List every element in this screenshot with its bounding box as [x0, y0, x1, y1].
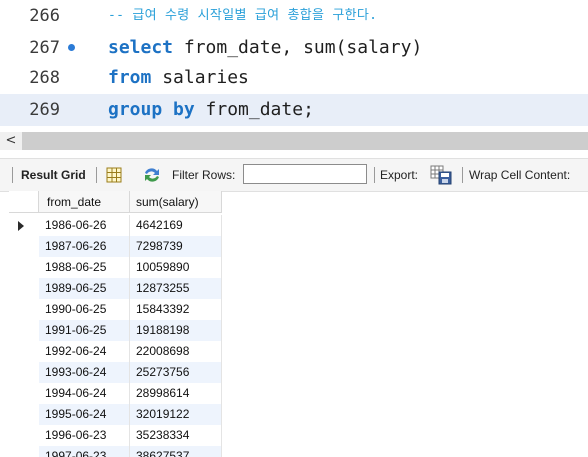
toolbar-separator [96, 167, 97, 183]
sql-keyword: from [108, 67, 152, 88]
sql-comment: -- 급여 수령 시작일별 급여 총합을 구한다. [108, 8, 378, 23]
cell-from-date[interactable]: 1993-06-24 [39, 362, 130, 383]
table-row[interactable]: 1986-06-26 4642169 [9, 215, 222, 236]
sql-keyword: select [108, 37, 174, 58]
table-row[interactable]: 1988-06-25 10059890 [9, 257, 222, 278]
row-marker-header [9, 191, 39, 213]
column-header-from-date[interactable]: from_date [39, 191, 130, 213]
cell-sum-salary[interactable]: 19188198 [130, 320, 222, 341]
row-marker [9, 404, 39, 425]
line-number: 268 [29, 68, 60, 88]
scroll-left-icon[interactable]: < [0, 132, 22, 150]
cell-from-date[interactable]: 1987-06-26 [39, 236, 130, 257]
line-number: 267 [29, 38, 60, 58]
table-row[interactable]: 1990-06-25 15843392 [9, 299, 222, 320]
filter-rows-label: Filter Rows: [172, 168, 236, 182]
row-marker [9, 215, 39, 236]
table-row[interactable]: 1989-06-25 12873255 [9, 278, 222, 299]
cell-sum-salary[interactable]: 32019122 [130, 404, 222, 425]
cell-from-date[interactable]: 1986-06-26 [39, 215, 130, 236]
row-marker [9, 425, 39, 446]
toolbar-separator [374, 167, 375, 183]
cell-sum-salary[interactable]: 7298739 [130, 236, 222, 257]
table-row[interactable]: 1997-06-23 38627537 [9, 446, 222, 457]
table-row[interactable]: 1991-06-25 19188198 [9, 320, 222, 341]
row-marker [9, 299, 39, 320]
cell-sum-salary[interactable]: 4642169 [130, 215, 222, 236]
result-grid-tab[interactable]: Result Grid [21, 159, 86, 191]
cell-from-date[interactable]: 1996-06-23 [39, 425, 130, 446]
row-marker [9, 236, 39, 257]
sql-text: from_date, sum(salary) [173, 37, 423, 58]
cell-from-date[interactable]: 1988-06-25 [39, 257, 130, 278]
line-number: 269 [29, 100, 60, 120]
cell-from-date[interactable]: 1991-06-25 [39, 320, 130, 341]
line-number: 266 [29, 6, 60, 26]
cell-from-date[interactable]: 1989-06-25 [39, 278, 130, 299]
code-line-266[interactable]: 266 -- 급여 수령 시작일별 급여 총합을 구한다. [0, 0, 588, 32]
cell-sum-salary[interactable]: 35238334 [130, 425, 222, 446]
sql-statement-select: select from_date, sum(salary) [108, 32, 422, 64]
row-marker [9, 257, 39, 278]
row-marker [9, 278, 39, 299]
row-marker [9, 320, 39, 341]
mysql-workbench-query-view: 266 -- 급여 수령 시작일별 급여 총합을 구한다. 267 select… [0, 0, 588, 457]
sql-statement-group-by: group by from_date; [108, 94, 314, 126]
cell-sum-salary[interactable]: 25273756 [130, 362, 222, 383]
cell-sum-salary[interactable]: 15843392 [130, 299, 222, 320]
table-row[interactable]: 1995-06-24 32019122 [9, 404, 222, 425]
cell-from-date[interactable]: 1995-06-24 [39, 404, 130, 425]
cell-from-date[interactable]: 1992-06-24 [39, 341, 130, 362]
sql-statement-from: from salaries [108, 62, 249, 94]
table-row[interactable]: 1994-06-24 28998614 [9, 383, 222, 404]
cell-sum-salary[interactable]: 38627537 [130, 446, 222, 457]
table-row[interactable]: 1992-06-24 22008698 [9, 341, 222, 362]
cell-sum-salary[interactable]: 10059890 [130, 257, 222, 278]
toolbar-separator [462, 167, 463, 183]
row-marker [9, 341, 39, 362]
cell-sum-salary[interactable]: 12873255 [130, 278, 222, 299]
cell-from-date[interactable]: 1990-06-25 [39, 299, 130, 320]
wrap-cell-content-label: Wrap Cell Content: [469, 168, 571, 182]
table-row[interactable]: 1987-06-26 7298739 [9, 236, 222, 257]
current-row-arrow-icon [18, 221, 24, 231]
cell-sum-salary[interactable]: 22008698 [130, 341, 222, 362]
table-row[interactable]: 1996-06-23 35238334 [9, 425, 222, 446]
cell-from-date[interactable]: 1994-06-24 [39, 383, 130, 404]
row-marker [9, 446, 39, 457]
row-marker [9, 383, 39, 404]
export-label: Export: [380, 168, 419, 182]
sql-text: from_date; [194, 99, 314, 120]
grid-icon[interactable] [106, 167, 122, 183]
statement-marker-icon [68, 44, 75, 51]
toolbar-separator [12, 167, 13, 183]
code-line-268[interactable]: 268 from salaries [0, 62, 588, 94]
row-marker [9, 362, 39, 383]
code-line-267[interactable]: 267 select from_date, sum(salary) [0, 32, 588, 64]
cell-from-date[interactable]: 1997-06-23 [39, 446, 130, 457]
table-row[interactable]: 1993-06-24 25273756 [9, 362, 222, 383]
result-grid[interactable]: from_date sum(salary) 1986-06-26 4642169… [9, 191, 588, 457]
column-header-sum-salary[interactable]: sum(salary) [130, 191, 222, 213]
sql-editor[interactable]: 266 -- 급여 수령 시작일별 급여 총합을 구한다. 267 select… [0, 0, 588, 128]
export-icon[interactable] [430, 165, 452, 185]
sql-text: salaries [151, 67, 249, 88]
cell-sum-salary[interactable]: 28998614 [130, 383, 222, 404]
code-line-269[interactable]: 269 group by from_date; [0, 94, 588, 126]
filter-rows-input[interactable] [243, 164, 367, 184]
sql-keyword: group by [108, 99, 195, 120]
grid-header: from_date sum(salary) [9, 191, 222, 213]
editor-horizontal-scrollbar[interactable]: < [0, 132, 588, 150]
filter-icon[interactable] [142, 166, 162, 184]
result-toolbar: Result Grid Filter Rows: Export: Wrap Ce… [0, 158, 588, 192]
